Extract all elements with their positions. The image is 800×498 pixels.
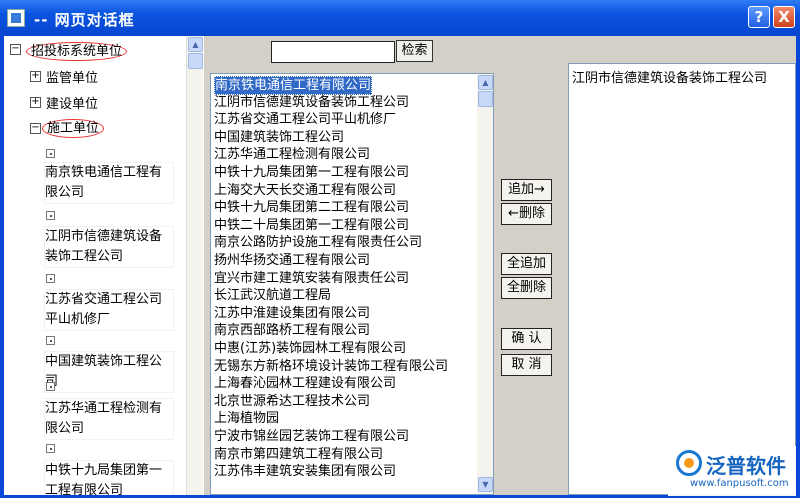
tree-node-supervise[interactable]: 监管单位 (46, 67, 98, 86)
scroll-down-icon[interactable]: ▼ (478, 477, 493, 492)
scroll-thumb[interactable] (478, 91, 493, 107)
brand-name: 泛普软件 (706, 454, 786, 478)
tree-root[interactable]: 招投标系统单位 (26, 40, 128, 61)
list-item[interactable]: 江苏华通工程检测有限公司 (214, 146, 370, 163)
list-item[interactable]: 江苏伟丰建筑安装集团有限公司 (214, 463, 396, 480)
remove-button[interactable]: ←删除 (501, 203, 552, 225)
list-item[interactable]: 南京市第四建筑工程有限公司 (214, 446, 383, 463)
window-title: -- 网页对话框 (34, 11, 135, 29)
list-item[interactable]: 无锡东方新格环境设计装饰工程有限公司 (214, 358, 448, 375)
tree-leaf[interactable]: 江苏省交通工程公司平山机修厂 (44, 289, 174, 331)
list-item[interactable]: 宁波市锦丝园艺装饰工程有限公司 (214, 428, 409, 445)
tree-expander-supervise[interactable]: + (30, 71, 41, 82)
list-scrollbar[interactable]: ▲ ▼ (477, 74, 493, 494)
title-bar[interactable]: -- 网页对话框 ? X (0, 0, 800, 36)
list-item[interactable]: 长江武汉航道工程局 (214, 287, 331, 304)
help-button[interactable]: ? (748, 6, 770, 28)
page-icon (7, 9, 25, 27)
tree-leaf[interactable]: 江阴市信德建筑设备装饰工程公司 (44, 226, 174, 268)
close-button[interactable]: X (773, 6, 795, 28)
leaf-icon (46, 382, 55, 391)
dialog-body: − 招投标系统单位 + 监管单位 + 建设单位 − 施工单位 南京铁电通信工程有… (4, 36, 796, 495)
scroll-up-icon[interactable]: ▲ (478, 75, 493, 90)
list-item[interactable]: 中国建筑装饰工程公司 (214, 129, 344, 146)
leaf-icon (46, 444, 55, 453)
leaf-icon (46, 211, 55, 220)
list-item[interactable]: 宜兴市建工建筑安装有限责任公司 (214, 270, 409, 287)
tree-node-construct-label: 施工单位 (42, 119, 105, 138)
list-item[interactable]: 南京公路防护设施工程有限责任公司 (214, 234, 422, 251)
org-tree: − 招投标系统单位 + 监管单位 + 建设单位 − 施工单位 南京铁电通信工程有… (4, 36, 204, 495)
list-item[interactable]: 南京西部路桥工程有限公司 (214, 322, 370, 339)
selected-item[interactable]: 江阴市信德建筑设备装饰工程公司 (572, 67, 767, 86)
cancel-button[interactable]: 取 消 (501, 354, 552, 376)
search-input[interactable] (271, 41, 395, 63)
brand-url: www.fanpusoft.com (690, 478, 789, 489)
list-item[interactable]: 江阴市信德建筑设备装饰工程公司 (214, 94, 409, 111)
list-item[interactable]: 中铁十九局集团第一工程有限公司 (214, 164, 409, 181)
tree-leaf[interactable]: 中国建筑装饰工程公司 (44, 351, 174, 393)
add-all-button[interactable]: 全追加 (501, 253, 552, 275)
tree-leaf[interactable]: 中铁十九局集团第一工程有限公司 (44, 460, 174, 495)
list-item[interactable]: 北京世源希达工程技术公司 (214, 393, 370, 410)
list-item[interactable]: 上海交大天长交通工程有限公司 (214, 182, 396, 199)
confirm-button[interactable]: 确 认 (501, 328, 552, 350)
tree-root-label: 招投标系统单位 (26, 42, 128, 61)
tree-leaf[interactable]: 江苏华通工程检测有限公司 (44, 398, 174, 440)
candidate-list[interactable]: 南京铁电通信工程有限公司 江阴市信德建筑设备装饰工程公司 江苏省交通工程公司平山机修… (210, 73, 494, 495)
search-button[interactable]: 检索 (396, 40, 433, 62)
list-item[interactable]: 中铁二十局集团第一工程有限公司 (214, 217, 409, 234)
list-item[interactable]: 上海春沁园林工程建设有限公司 (214, 375, 396, 392)
list-item[interactable]: 中铁十九局集团第二工程有限公司 (214, 199, 409, 216)
watermark-logo: 泛普软件 www.fanpusoft.com (668, 446, 796, 496)
list-item[interactable]: 江苏省交通工程公司平山机修厂 (214, 111, 396, 128)
tree-root-expander[interactable]: − (10, 44, 21, 55)
dialog-window: -- 网页对话框 ? X − 招投标系统单位 + 监管单位 + 建设单位 − 施… (0, 0, 800, 498)
list-item[interactable]: 扬州华扬交通工程有限公司 (214, 252, 370, 269)
tree-node-build[interactable]: 建设单位 (46, 93, 98, 112)
tree-expander-build[interactable]: + (30, 97, 41, 108)
selected-list[interactable]: 江阴市信德建筑设备装饰工程公司 (568, 63, 796, 495)
list-item[interactable]: 江苏中淮建设集团有限公司 (214, 305, 370, 322)
scroll-thumb[interactable] (188, 53, 203, 69)
scroll-up-icon[interactable]: ▲ (188, 37, 203, 52)
list-item[interactable]: 南京铁电通信工程有限公司 (214, 76, 373, 95)
tree-expander-construct[interactable]: − (30, 123, 41, 134)
tree-leaf[interactable]: 南京铁电通信工程有限公司 (44, 162, 174, 204)
tree-node-construct[interactable]: 施工单位 (42, 117, 105, 138)
list-item[interactable]: 中惠(江苏)装饰园林工程有限公司 (214, 340, 406, 357)
leaf-icon (46, 149, 55, 158)
add-button[interactable]: 追加→ (501, 179, 552, 201)
tree-scrollbar[interactable]: ▲ (186, 36, 203, 495)
leaf-icon (46, 274, 55, 283)
leaf-icon (46, 336, 55, 345)
brand-logo-icon (676, 450, 702, 476)
list-item[interactable]: 上海植物园 (214, 410, 279, 427)
remove-all-button[interactable]: 全删除 (501, 277, 552, 299)
